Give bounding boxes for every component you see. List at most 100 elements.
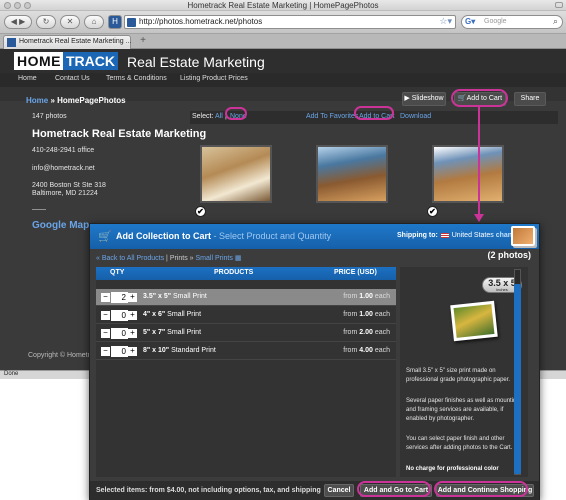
table-row[interactable]: − 0 + 5" x 7" Small Print from 2.00 each: [96, 325, 396, 342]
gallery-photo-fireplace[interactable]: [432, 145, 504, 203]
product-breadcrumb: « Back to All Products | Prints » Small …: [96, 254, 241, 262]
info-no-charge: No charge for professional color: [406, 466, 499, 472]
decrease-qty-button[interactable]: −: [101, 293, 110, 302]
quantity-input[interactable]: 0: [111, 346, 128, 357]
decrease-qty-button[interactable]: −: [101, 311, 110, 320]
site-menu: Home Contact Us Terms & Conditions Listi…: [0, 73, 566, 87]
slideshow-button[interactable]: ▶ Slideshow: [402, 92, 446, 106]
navigation-toolbar: ◀ ▶ ↻ ✕ ⌂ H http://photos.hometrack.net/…: [0, 11, 566, 34]
annotation-arrow-head: [474, 214, 484, 222]
product-name: 8" x 10" Standard Print: [143, 347, 216, 354]
quantity-input[interactable]: 0: [111, 310, 128, 321]
back-to-products-link[interactable]: « Back to All Products: [96, 255, 164, 262]
tab-hometrack[interactable]: Hometrack Real Estate Marketing ...: [3, 35, 131, 49]
search-engine-icon[interactable]: G▾: [465, 17, 475, 26]
home-button[interactable]: ⌂: [84, 15, 104, 29]
table-row[interactable]: − 0 + 4" x 6" Small Print from 1.00 each: [96, 307, 396, 324]
company-email[interactable]: info@hometrack.net: [32, 165, 95, 172]
increase-qty-button[interactable]: +: [128, 347, 137, 356]
favicon-icon: [7, 38, 16, 47]
increase-qty-button[interactable]: +: [128, 311, 137, 320]
dialog-title-sub: Select Product and Quantity: [219, 231, 332, 241]
search-input[interactable]: Google: [484, 18, 507, 25]
annotation-ring-add-to-cart: [354, 106, 394, 120]
search-box[interactable]: G▾ Google ⌕: [461, 15, 563, 29]
decrease-qty-button[interactable]: −: [101, 347, 110, 356]
stop-button[interactable]: ✕: [60, 15, 80, 29]
annotation-ring-none: [225, 107, 247, 120]
selection-summary: Selected items: from $4.00, not includin…: [96, 487, 321, 494]
site-header: HOME TRACK Real Estate Marketing: [0, 49, 566, 73]
gallery-photo-windows[interactable]: [316, 145, 388, 203]
menu-prices[interactable]: Listing Product Prices: [180, 75, 248, 82]
crumb-small-prints[interactable]: Small Prints: [196, 255, 233, 262]
shipping-country: United States: [451, 232, 494, 239]
cart-icon: 🛒: [98, 231, 112, 243]
product-name: 3.5" x 5" Small Print: [143, 293, 207, 300]
address-bar[interactable]: http://photos.hometrack.net/photos ☆▾: [124, 15, 456, 29]
price-prefix: from: [343, 311, 358, 318]
product-type: Small Print: [167, 311, 202, 318]
product-type: Small Print: [173, 293, 207, 300]
product-type: Standard Print: [171, 347, 216, 354]
info-divider: ——: [32, 206, 46, 213]
annotation-ring-add-go: [357, 481, 431, 497]
reload-button[interactable]: ↻: [36, 15, 56, 29]
gallery-photo-living-room[interactable]: [200, 145, 272, 203]
price-suffix: each: [374, 293, 390, 300]
add-to-favorites-link[interactable]: Add To Favorites: [306, 113, 358, 120]
favicon-icon: [127, 18, 136, 27]
info-paragraph-2: Several paper finishes as well as mounti…: [406, 398, 520, 422]
google-map-link[interactable]: Google Map: [32, 220, 89, 231]
site-identity-icon[interactable]: H: [108, 15, 122, 29]
toolbar-toggle-icon[interactable]: [555, 2, 563, 8]
download-link[interactable]: Download: [400, 113, 431, 120]
logo-track[interactable]: TRACK: [63, 52, 118, 70]
decrease-qty-button[interactable]: −: [101, 329, 110, 338]
share-button[interactable]: Share: [514, 92, 546, 106]
product-size: 3.5" x 5": [143, 293, 172, 300]
increase-qty-button[interactable]: +: [128, 329, 137, 338]
select-all-link[interactable]: All: [215, 113, 223, 120]
address-url[interactable]: http://photos.hometrack.net/photos: [139, 17, 262, 26]
info-paragraph-1: Small 3.5" x 5" size print made on profe…: [406, 368, 511, 383]
logo-home[interactable]: HOME: [14, 52, 64, 70]
play-icon: ▶: [404, 95, 412, 102]
select-label: Select:: [192, 113, 214, 120]
increase-qty-button[interactable]: +: [128, 293, 137, 302]
menu-dropdown-icon[interactable]: ▦: [235, 255, 242, 262]
photo-selected-check-icon[interactable]: ✔: [195, 206, 206, 217]
dialog-title-separator: -: [211, 231, 219, 241]
photo-selected-check-icon[interactable]: ✔: [427, 206, 438, 217]
bookmark-star-icon[interactable]: ☆▾: [439, 16, 452, 27]
company-address-2: Baltimore, MD 21224: [32, 190, 98, 197]
quantity-input[interactable]: 2: [111, 292, 128, 303]
company-address-1: 2400 Boston St Ste 318: [32, 182, 106, 189]
table-row[interactable]: − 2 + 3.5" x 5" Small Print from 1.00 ea…: [96, 289, 396, 306]
product-price: from 4.00 each: [343, 347, 390, 354]
dialog-header: 🛒 Add Collection to Cart - Select Produc…: [90, 224, 539, 249]
breadcrumb-home[interactable]: Home: [26, 96, 48, 105]
price-value: 1.00: [359, 293, 373, 300]
price-prefix: from: [343, 347, 358, 354]
quantity-input[interactable]: 0: [111, 328, 128, 339]
price-prefix: from: [343, 329, 358, 336]
product-size: 8" x 10": [143, 347, 170, 354]
new-tab-button[interactable]: +: [136, 35, 150, 48]
product-type: Small Print: [167, 329, 202, 336]
add-to-cart-dialog: 🛒 Add Collection to Cart - Select Produc…: [89, 223, 540, 500]
photo-stack-icon: [511, 226, 535, 246]
product-table: QTY PRODUCTS PRICE (USD) − 2 + 3.5" x 5"…: [96, 267, 396, 477]
search-icon[interactable]: ⌕: [553, 16, 558, 27]
product-table-header: QTY PRODUCTS PRICE (USD): [96, 267, 396, 280]
menu-home[interactable]: Home: [18, 75, 37, 82]
menu-contact[interactable]: Contact Us: [55, 75, 90, 82]
shipping-label: Shipping to:: [397, 232, 438, 239]
cancel-button[interactable]: Cancel: [324, 484, 354, 497]
breadcrumb-current: HomePagePhotos: [57, 96, 126, 105]
back-forward-button[interactable]: ◀ ▶: [4, 15, 32, 29]
menu-terms[interactable]: Terms & Conditions: [106, 75, 167, 82]
info-scrollbar-thumb[interactable]: [514, 284, 521, 474]
product-price: from 1.00 each: [343, 311, 390, 318]
table-row[interactable]: − 0 + 8" x 10" Standard Print from 4.00 …: [96, 343, 396, 360]
